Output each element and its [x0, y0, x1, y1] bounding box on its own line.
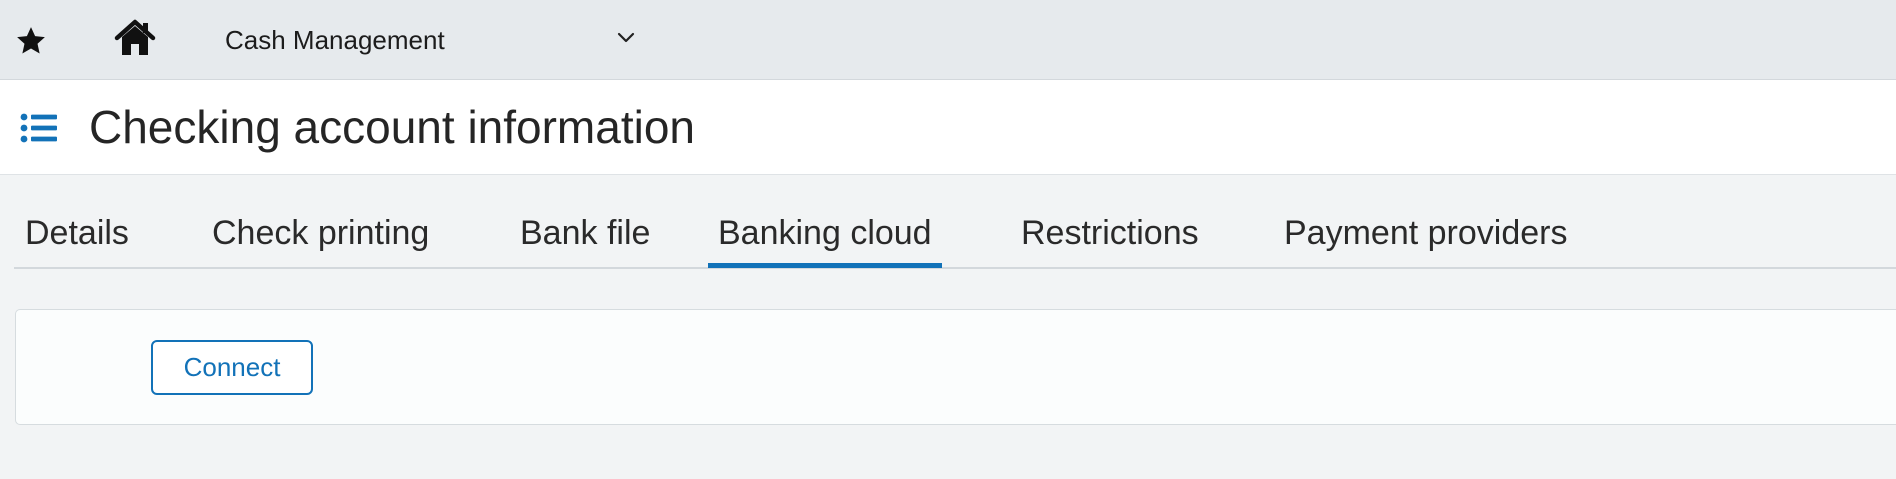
page-header: Checking account information [0, 80, 1896, 175]
star-icon[interactable] [14, 24, 48, 58]
tab-bank-file[interactable]: Bank file [510, 213, 660, 267]
home-icon[interactable] [113, 18, 157, 58]
top-navigation-bar: Cash Management [0, 0, 1896, 80]
chevron-down-icon [617, 32, 635, 43]
tab-check-printing[interactable]: Check printing [202, 213, 439, 267]
tab-banking-cloud[interactable]: Banking cloud [708, 213, 942, 268]
tab-bar: Details Check printing Bank file Banking… [14, 205, 1896, 269]
tab-details[interactable]: Details [15, 213, 139, 267]
module-selector[interactable]: Cash Management [215, 16, 645, 62]
tab-restrictions[interactable]: Restrictions [1011, 213, 1209, 267]
page-title: Checking account information [89, 101, 695, 153]
connect-button[interactable]: Connect [151, 340, 313, 395]
tab-payment-providers[interactable]: Payment providers [1274, 213, 1577, 267]
banking-cloud-panel: Connect [15, 309, 1896, 425]
list-icon[interactable] [20, 112, 58, 144]
module-selector-label: Cash Management [225, 25, 445, 55]
